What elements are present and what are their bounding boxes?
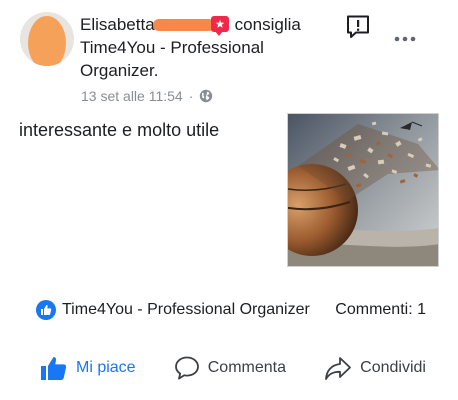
share-icon xyxy=(325,357,352,380)
avatar-redaction xyxy=(28,16,66,66)
page-name-line1: Time4You - Professional xyxy=(80,38,264,57)
share-label: Condividi xyxy=(360,359,426,376)
more-options-icon[interactable] xyxy=(393,35,417,43)
share-button[interactable]: Condividi xyxy=(324,355,426,381)
globe-icon xyxy=(200,89,213,103)
comment-label: Commenta xyxy=(207,359,286,376)
recommended-page-link[interactable]: Time4You - Professional Organizer. xyxy=(80,38,264,80)
like-button[interactable]: Mi piace xyxy=(40,355,136,381)
comments-count[interactable]: Commenti: 1 xyxy=(335,301,426,319)
reactions-summary[interactable]: Time4You - Professional Organizer Commen… xyxy=(36,300,426,320)
post-image-art xyxy=(288,114,438,266)
recommendation-icon xyxy=(210,15,229,36)
author-name[interactable]: Elisabetta xyxy=(80,15,155,34)
reactions-page-name: Time4You - Professional Organizer xyxy=(62,301,310,318)
report-icon[interactable] xyxy=(345,14,371,40)
comment-button[interactable]: Commenta xyxy=(174,355,286,381)
post-timestamp[interactable]: 13 set alle 11:54 xyxy=(81,88,183,104)
author-avatar[interactable] xyxy=(20,12,74,66)
meta-separator: · xyxy=(188,88,194,104)
comment-icon xyxy=(174,356,199,380)
redacted-surname xyxy=(152,18,215,31)
recommend-verb: consiglia xyxy=(234,15,301,34)
post-actions: Mi piace Commenta Condividi xyxy=(40,353,426,383)
post-header: Elisabetta consiglia Time4You - Professio… xyxy=(80,13,350,82)
post-text: interessante e molto utile xyxy=(19,120,220,140)
post-image[interactable] xyxy=(287,113,439,267)
post-meta: 13 set alle 11:54 · xyxy=(81,87,213,105)
page-name-line2: Organizer. xyxy=(80,61,159,80)
like-label: Mi piace xyxy=(76,359,136,376)
thumbs-up-icon xyxy=(41,357,67,380)
like-reaction-icon xyxy=(36,300,56,320)
